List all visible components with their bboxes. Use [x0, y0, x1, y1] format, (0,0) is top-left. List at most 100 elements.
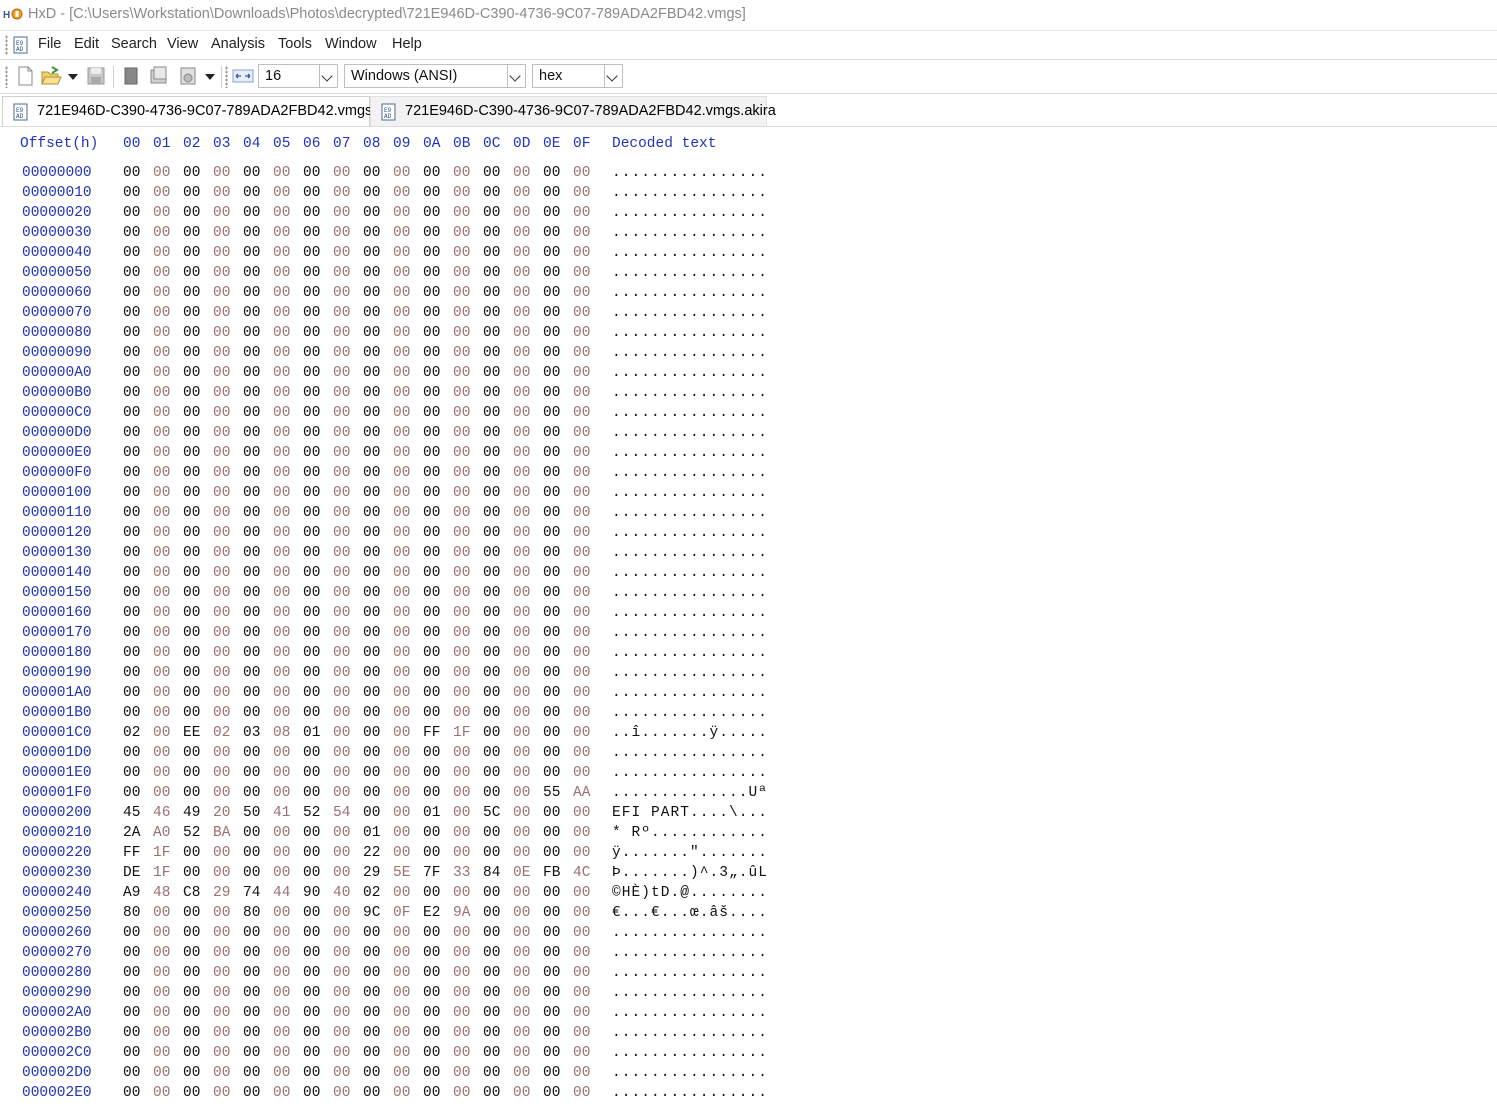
- hex-byte[interactable]: 00: [303, 845, 320, 861]
- hex-byte[interactable]: 00: [153, 425, 170, 441]
- tab-vmgs-akira[interactable]: E9 AD 721E946D-C390-4736-9C07-789ADA2FBD…: [370, 96, 776, 126]
- hex-byte[interactable]: 44: [273, 885, 290, 901]
- hex-byte[interactable]: 00: [333, 245, 350, 261]
- hex-byte[interactable]: 00: [123, 745, 140, 761]
- hex-byte[interactable]: 00: [573, 645, 590, 661]
- hex-byte[interactable]: 00: [363, 265, 380, 281]
- hex-byte[interactable]: 00: [483, 1065, 500, 1081]
- hex-byte[interactable]: 02: [123, 725, 140, 741]
- hex-byte[interactable]: 00: [213, 865, 230, 881]
- hex-byte[interactable]: 00: [243, 765, 260, 781]
- hex-byte[interactable]: 00: [213, 285, 230, 301]
- hex-byte[interactable]: 00: [183, 665, 200, 681]
- hex-byte[interactable]: 00: [213, 465, 230, 481]
- hex-byte[interactable]: 00: [363, 965, 380, 981]
- hex-byte[interactable]: 1F: [153, 845, 170, 861]
- hex-byte[interactable]: 00: [513, 165, 530, 181]
- hex-byte[interactable]: 00: [303, 365, 320, 381]
- hex-byte[interactable]: 00: [243, 225, 260, 241]
- hex-byte[interactable]: 00: [513, 825, 530, 841]
- hex-byte[interactable]: 00: [213, 685, 230, 701]
- hex-byte[interactable]: 00: [543, 445, 560, 461]
- hex-byte[interactable]: 03: [243, 725, 260, 741]
- hex-byte[interactable]: 00: [153, 525, 170, 541]
- hex-byte[interactable]: 00: [213, 565, 230, 581]
- hex-byte[interactable]: 00: [183, 385, 200, 401]
- hex-byte[interactable]: 00: [573, 685, 590, 701]
- hex-byte[interactable]: 00: [333, 1005, 350, 1021]
- hex-byte[interactable]: 00: [243, 205, 260, 221]
- bytes-per-row-combo[interactable]: 16: [258, 64, 338, 88]
- hex-byte[interactable]: 00: [363, 925, 380, 941]
- decoded-text[interactable]: ................: [612, 745, 768, 761]
- hex-byte[interactable]: 01: [303, 725, 320, 741]
- hex-byte[interactable]: 00: [513, 485, 530, 501]
- hex-byte[interactable]: 00: [303, 285, 320, 301]
- hex-byte[interactable]: 00: [273, 425, 290, 441]
- hex-byte[interactable]: 00: [483, 445, 500, 461]
- hex-byte[interactable]: 00: [543, 185, 560, 201]
- tab-vmgs[interactable]: E9 AD 721E946D-C390-4736-9C07-789ADA2FBD…: [2, 96, 372, 126]
- hex-byte[interactable]: 00: [123, 165, 140, 181]
- hex-byte[interactable]: 00: [453, 1045, 470, 1061]
- hex-byte[interactable]: 00: [243, 585, 260, 601]
- hex-byte[interactable]: 00: [423, 1045, 440, 1061]
- decoded-text[interactable]: ................: [612, 225, 768, 241]
- hex-byte[interactable]: 00: [333, 1065, 350, 1081]
- hex-byte[interactable]: 00: [333, 405, 350, 421]
- decoded-text[interactable]: ................: [612, 505, 768, 521]
- hex-byte[interactable]: 00: [213, 505, 230, 521]
- hex-byte[interactable]: 00: [273, 825, 290, 841]
- menu-edit[interactable]: Edit: [74, 36, 99, 52]
- hex-byte[interactable]: 00: [423, 425, 440, 441]
- hex-byte[interactable]: 00: [333, 765, 350, 781]
- hex-byte[interactable]: 00: [573, 545, 590, 561]
- hex-byte[interactable]: 00: [573, 765, 590, 781]
- hex-byte[interactable]: 00: [333, 165, 350, 181]
- decoded-text[interactable]: ................: [612, 1005, 768, 1021]
- hex-byte[interactable]: 00: [453, 605, 470, 621]
- hex-byte[interactable]: 00: [243, 545, 260, 561]
- hex-byte[interactable]: 00: [213, 625, 230, 641]
- decoded-text[interactable]: * Rº............: [612, 825, 768, 841]
- hex-byte[interactable]: 00: [183, 785, 200, 801]
- hex-byte[interactable]: 00: [213, 1005, 230, 1021]
- hex-byte[interactable]: 00: [183, 1085, 200, 1101]
- menu-search[interactable]: Search: [111, 36, 157, 52]
- hex-byte[interactable]: 00: [453, 785, 470, 801]
- hex-byte[interactable]: 9C: [363, 905, 380, 921]
- hex-byte[interactable]: 00: [123, 545, 140, 561]
- hex-byte[interactable]: 00: [573, 705, 590, 721]
- hex-byte[interactable]: 00: [483, 285, 500, 301]
- hex-byte[interactable]: 00: [363, 545, 380, 561]
- hex-byte[interactable]: 00: [363, 645, 380, 661]
- hex-byte[interactable]: 00: [423, 925, 440, 941]
- hex-byte[interactable]: 00: [273, 925, 290, 941]
- hex-byte[interactable]: 00: [453, 965, 470, 981]
- hex-byte[interactable]: 00: [273, 365, 290, 381]
- hex-byte[interactable]: 00: [153, 365, 170, 381]
- hex-byte[interactable]: 00: [153, 565, 170, 581]
- hex-byte[interactable]: 00: [423, 485, 440, 501]
- hex-byte[interactable]: 00: [273, 305, 290, 321]
- hex-byte[interactable]: 00: [483, 985, 500, 1001]
- hex-byte[interactable]: 00: [363, 165, 380, 181]
- hex-byte[interactable]: 00: [573, 925, 590, 941]
- hex-byte[interactable]: 00: [333, 1025, 350, 1041]
- hex-byte[interactable]: 00: [483, 265, 500, 281]
- hex-byte[interactable]: 00: [453, 945, 470, 961]
- hex-byte[interactable]: 00: [363, 985, 380, 1001]
- hex-byte[interactable]: 00: [273, 765, 290, 781]
- hex-byte[interactable]: 00: [273, 465, 290, 481]
- disk-dropdown-icon[interactable]: [205, 74, 215, 80]
- hex-byte[interactable]: 00: [273, 1085, 290, 1101]
- hex-byte[interactable]: 00: [423, 1085, 440, 1101]
- hex-byte[interactable]: 00: [333, 305, 350, 321]
- hex-byte[interactable]: BA: [213, 825, 230, 841]
- hex-byte[interactable]: 00: [393, 1085, 410, 1101]
- hex-byte[interactable]: 00: [423, 1065, 440, 1081]
- disk-editor-icon[interactable]: [177, 65, 199, 87]
- hex-byte[interactable]: 00: [213, 585, 230, 601]
- menu-grip[interactable]: [5, 35, 8, 55]
- hex-byte[interactable]: 00: [153, 745, 170, 761]
